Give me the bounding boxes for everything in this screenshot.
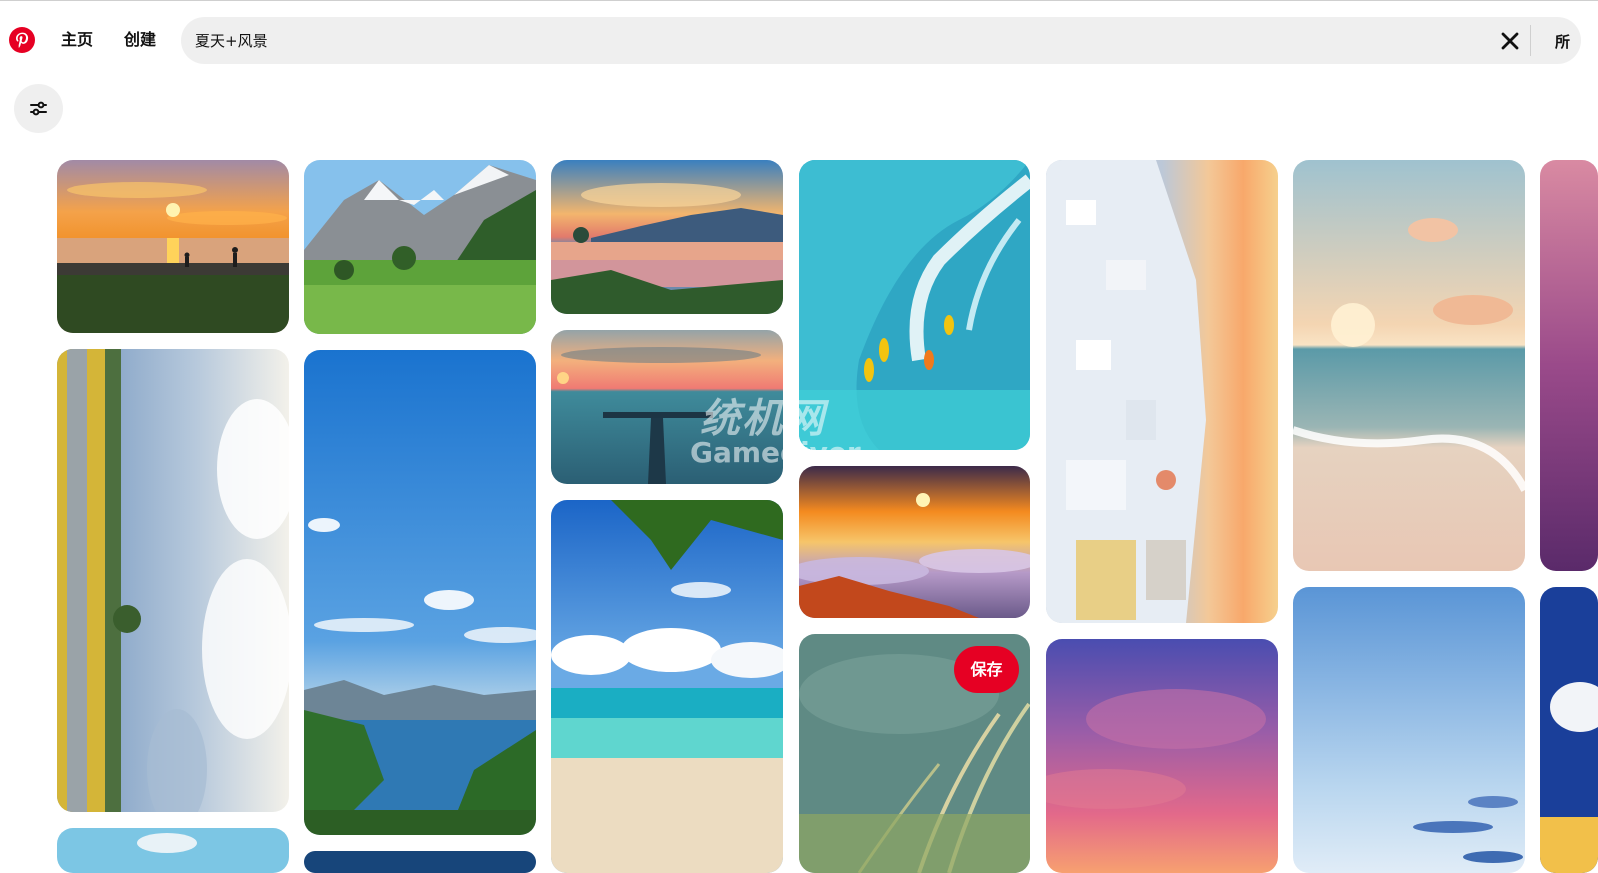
pin-tropical-beach[interactable] xyxy=(551,500,783,873)
pin-partial-right-top[interactable] xyxy=(1540,160,1598,571)
pin-purple-sky[interactable] xyxy=(1046,639,1278,873)
pin-santorini[interactable] xyxy=(1046,160,1278,623)
pin-sea-of-clouds[interactable] xyxy=(799,466,1030,618)
pin-surfing-wave[interactable] xyxy=(799,160,1030,450)
pin-clear-sky[interactable] xyxy=(1293,587,1525,873)
pin-beach-partial[interactable] xyxy=(57,828,289,873)
pin-highway-clouds[interactable] xyxy=(57,349,289,812)
pin-grid: 保存 统机网 Gamediver xyxy=(0,0,1598,873)
pin-lake-sunset[interactable] xyxy=(551,160,783,314)
save-button[interactable]: 保存 xyxy=(954,646,1019,693)
pin-alpine-meadow[interactable] xyxy=(304,160,536,334)
pin-pier-sunset[interactable] xyxy=(551,330,783,484)
pin-partial-right-bottom[interactable] xyxy=(1540,587,1598,873)
pin-partial-bottom[interactable] xyxy=(304,851,536,873)
pin-sunset-walk[interactable] xyxy=(57,160,289,333)
pin-beach-sunset[interactable] xyxy=(1293,160,1525,571)
pin-fjord-sky[interactable] xyxy=(304,350,536,835)
